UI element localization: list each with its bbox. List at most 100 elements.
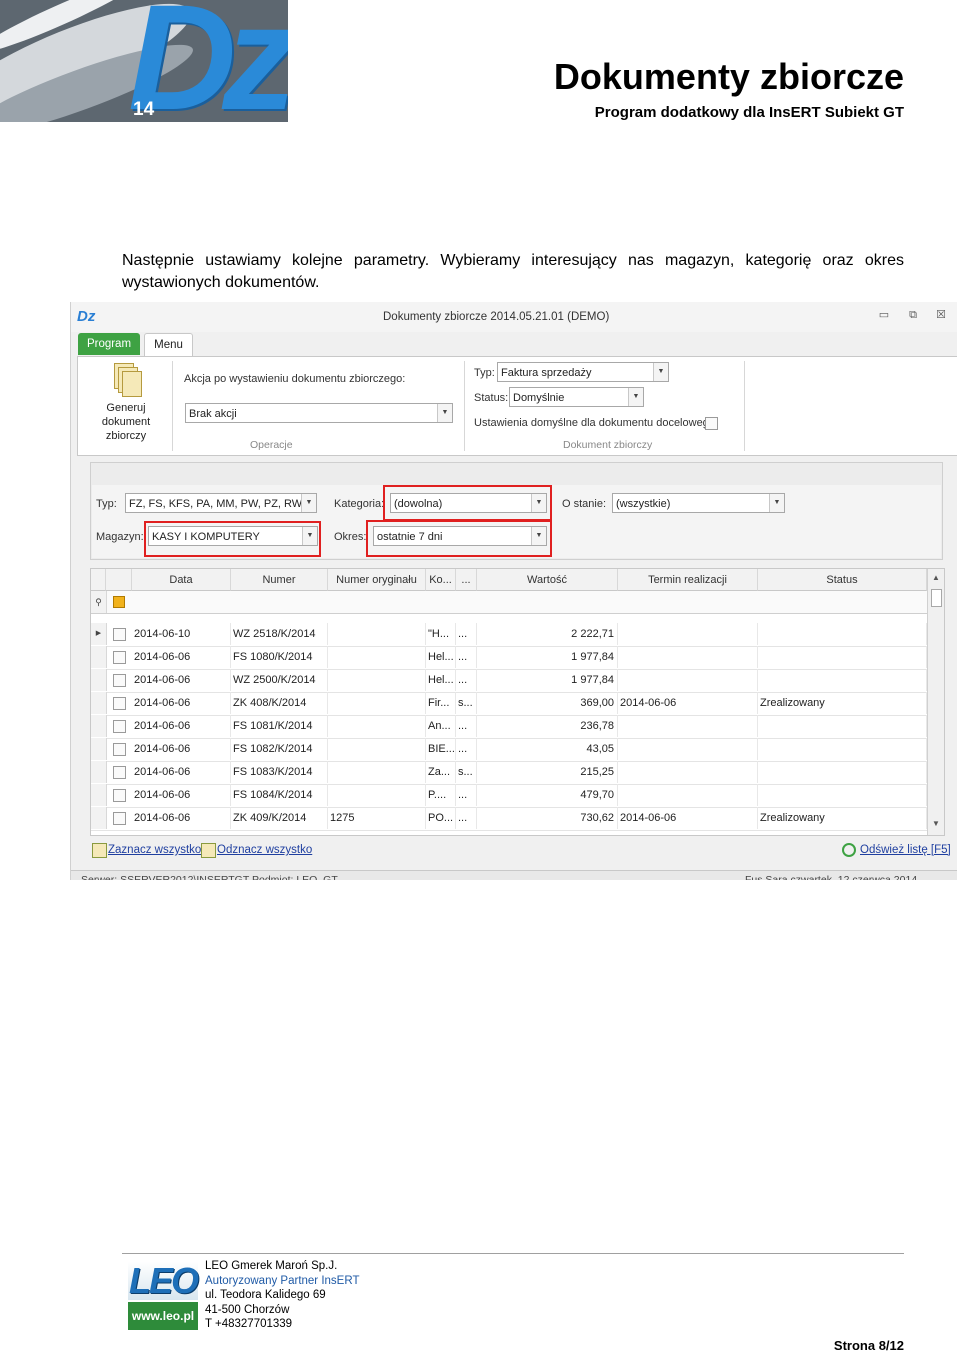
row-checkbox[interactable] xyxy=(113,812,126,825)
scroll-thumb[interactable] xyxy=(931,589,942,607)
table-cell xyxy=(328,669,426,691)
table-cell: ... xyxy=(456,738,477,760)
column-header[interactable]: Termin realizacji xyxy=(618,569,758,591)
column-header[interactable]: Ko... xyxy=(426,569,456,591)
filter-icon: ⚲ xyxy=(91,591,107,613)
table-cell: 1 977,84 xyxy=(477,669,618,691)
row-checkbox[interactable] xyxy=(113,674,126,687)
window-titlebar: Dz Dokumenty zbiorcze 2014.05.21.01 (DEM… xyxy=(71,302,957,332)
table-cell: 43,05 xyxy=(477,738,618,760)
row-selector[interactable] xyxy=(91,646,107,668)
table-row[interactable]: 2014-06-06 ZK 409/K/2014 1275 PO...... 730,6… xyxy=(91,807,927,831)
row-checkbox[interactable] xyxy=(113,789,126,802)
row-checkbox[interactable] xyxy=(113,651,126,664)
minimize-button[interactable]: ▭ xyxy=(877,309,891,323)
defaults-checkbox[interactable] xyxy=(705,417,718,430)
intro-paragraph: Następnie ustawiamy kolejne parametry. W… xyxy=(122,252,904,291)
column-header[interactable]: Numer oryginału xyxy=(328,569,426,591)
documents-grid: Data Numer Numer oryginału Ko... ... War… xyxy=(90,568,945,836)
table-cell: 1 977,84 xyxy=(477,646,618,668)
column-header[interactable]: Status xyxy=(758,569,927,591)
chevron-down-icon: ▼ xyxy=(301,494,316,512)
table-cell: P.... xyxy=(426,784,456,806)
table-cell: "H... xyxy=(426,623,456,645)
table-row[interactable]: 2014-06-06 ZK 408/K/2014 Fir... s... 369,00 2… xyxy=(91,692,927,716)
column-header[interactable]: Data xyxy=(132,569,231,591)
table-cell: ZK 409/K/2014 xyxy=(231,807,328,829)
row-checkbox[interactable] xyxy=(113,766,126,779)
table-cell: 369,00 xyxy=(477,692,618,714)
filter-checkbox[interactable] xyxy=(113,596,125,608)
action-select-value: Brak akcji xyxy=(189,408,237,420)
type-select[interactable]: Faktura sprzedaży ▼ xyxy=(497,362,669,382)
tab-menu[interactable]: Menu xyxy=(144,333,193,357)
app-icon: Dz xyxy=(77,308,96,325)
table-cell xyxy=(328,623,426,645)
table-row[interactable]: 2014-06-06 FS 1081/K/2014 An...... 236,78 xyxy=(91,715,927,739)
grid-filter-row[interactable]: ⚲ xyxy=(91,591,927,614)
leo-logo: LEO www.leo.pl xyxy=(128,1262,199,1330)
status-bar: Serwer: SSERVER2012\INSERTGT Podmiot: LE… xyxy=(71,870,957,880)
table-cell: 2014-06-06 xyxy=(618,807,758,829)
kategoria-highlight xyxy=(383,485,552,521)
column-header[interactable]: ... xyxy=(456,569,477,591)
document-title: Dokumenty zbiorcze xyxy=(553,56,904,97)
page-number: Strona 8/12 xyxy=(833,1338,904,1353)
documents-icon xyxy=(112,363,142,397)
chevron-down-icon: ▼ xyxy=(437,404,452,422)
typ-filter-select[interactable]: FZ, FS, KFS, PA, MM, PW, PZ, RW, ... ▼ xyxy=(125,493,317,513)
select-all-link[interactable]: Zaznacz wszystko xyxy=(108,844,201,856)
row-checkbox[interactable] xyxy=(113,628,126,641)
footer-address: LEO Gmerek Maroń Sp.J. Autoryzowany Part… xyxy=(205,1259,359,1332)
row-selector[interactable] xyxy=(91,692,107,714)
table-row[interactable]: ▶ 2014-06-10 WZ 2518/K/2014 "H...... 2 222,7… xyxy=(91,623,927,647)
table-cell: s... xyxy=(456,692,477,714)
row-selector[interactable] xyxy=(91,784,107,806)
chevron-down-icon: ▼ xyxy=(628,388,643,406)
row-checkbox[interactable] xyxy=(113,743,126,756)
row-selector[interactable] xyxy=(91,761,107,783)
table-cell: ... xyxy=(456,669,477,691)
footer-partner: Autoryzowany Partner InsERT xyxy=(205,1274,360,1287)
scroll-up-icon[interactable]: ▲ xyxy=(928,573,944,582)
table-cell: Hel... xyxy=(426,669,456,691)
table-cell: 215,25 xyxy=(477,761,618,783)
table-row[interactable]: 2014-06-06 FS 1080/K/2014 Hel...... 1 977,8… xyxy=(91,646,927,670)
table-cell: 2 222,71 xyxy=(477,623,618,645)
row-selector[interactable] xyxy=(91,715,107,737)
app-window: Dz Dokumenty zbiorcze 2014.05.21.01 (DEM… xyxy=(70,302,957,880)
column-header[interactable]: Wartość xyxy=(477,569,618,591)
table-cell xyxy=(758,715,927,737)
table-row[interactable]: 2014-06-06 FS 1083/K/2014 Za... s... 215,25 xyxy=(91,761,927,785)
deselect-all-link[interactable]: Odznacz wszystko xyxy=(217,844,312,856)
table-cell xyxy=(758,669,927,691)
scroll-down-icon[interactable]: ▼ xyxy=(928,819,944,828)
row-selector[interactable] xyxy=(91,669,107,691)
generate-document-button[interactable]: Generuj dokument zbiorczy xyxy=(86,363,166,443)
generate-document-label: Generuj dokument zbiorczy xyxy=(101,402,151,442)
restore-button[interactable]: ⧉ xyxy=(906,309,920,323)
grid-scrollbar[interactable]: ▲ ▼ xyxy=(927,569,944,835)
table-cell: 236,78 xyxy=(477,715,618,737)
status-select[interactable]: Domyślnie ▼ xyxy=(509,387,644,407)
table-row[interactable]: 2014-06-06 FS 1082/K/2014 BIE...... 43,05 xyxy=(91,738,927,762)
table-cell xyxy=(328,761,426,783)
footer-divider xyxy=(122,1253,904,1254)
status-right: Fus Sara czwartek, 12 czerwca 2014 xyxy=(745,874,918,880)
row-selector[interactable] xyxy=(91,807,107,829)
table-row[interactable]: 2014-06-06 WZ 2500/K/2014 Hel...... 1 977,8… xyxy=(91,669,927,693)
table-cell xyxy=(618,669,758,691)
tab-program[interactable]: Program xyxy=(78,333,140,355)
ostanie-select[interactable]: (wszystkie) ▼ xyxy=(612,493,785,513)
column-header[interactable]: Numer xyxy=(231,569,328,591)
close-button[interactable]: ☒ xyxy=(934,309,948,323)
table-cell: BIE... xyxy=(426,738,456,760)
refresh-link[interactable]: Odśwież listę [F5] xyxy=(860,844,951,856)
table-cell: ... xyxy=(456,807,477,829)
row-checkbox[interactable] xyxy=(113,697,126,710)
action-select[interactable]: Brak akcji ▼ xyxy=(185,403,453,423)
current-row-indicator-icon[interactable]: ▶ xyxy=(91,623,107,645)
row-checkbox[interactable] xyxy=(113,720,126,733)
row-selector[interactable] xyxy=(91,738,107,760)
table-row[interactable]: 2014-06-06 FS 1084/K/2014 P....... 479,70 xyxy=(91,784,927,808)
